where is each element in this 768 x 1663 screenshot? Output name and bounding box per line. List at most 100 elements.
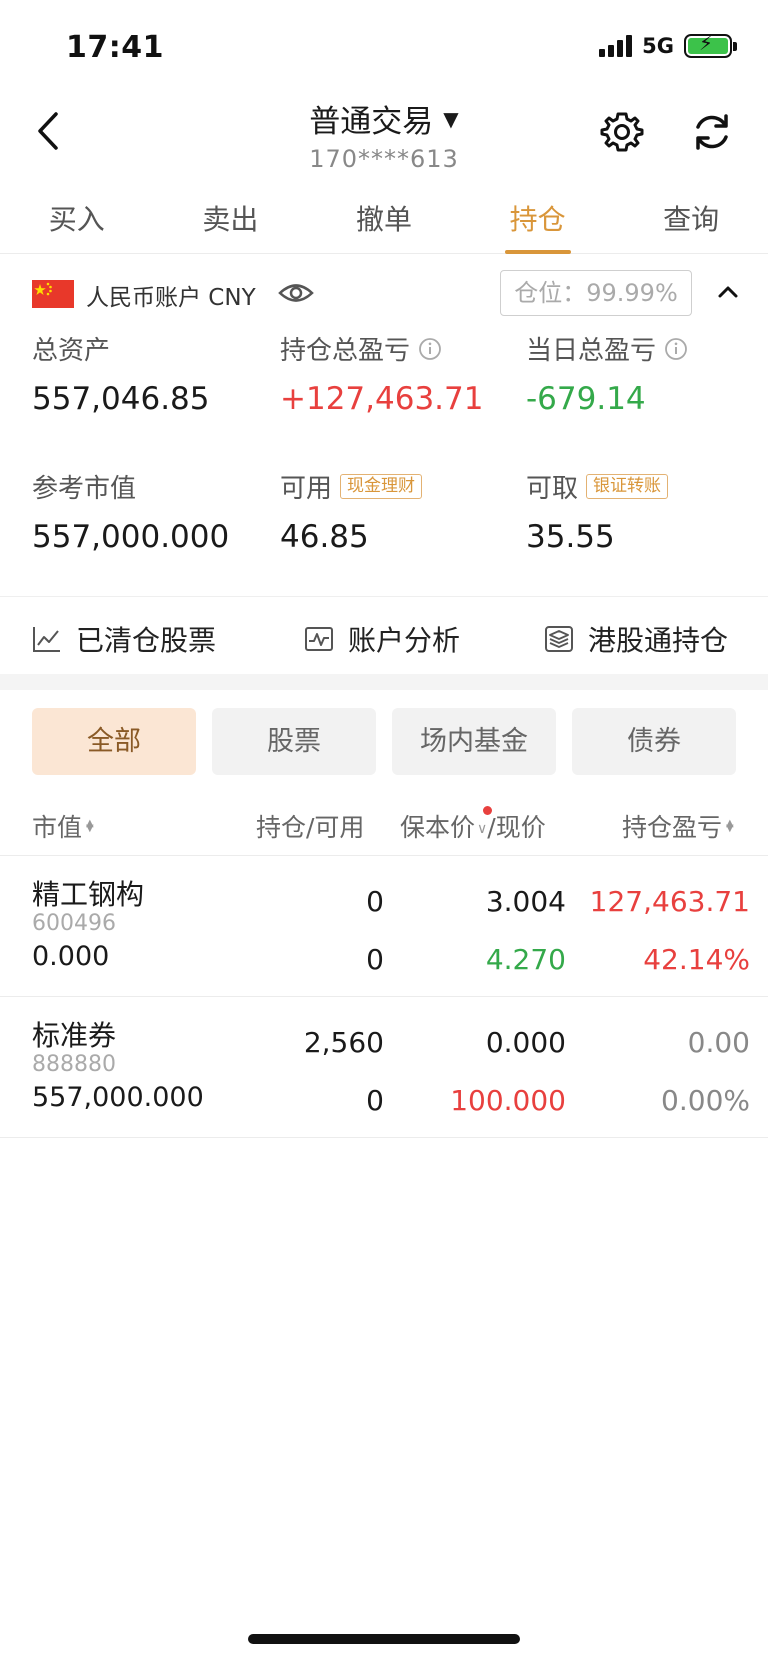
tab-query[interactable]: 查询 [614,186,768,253]
cost-price-header: 保本价 [400,813,476,842]
eye-icon[interactable] [278,278,314,308]
account-analysis-label: 账户分析 [348,624,461,657]
home-indicator[interactable] [248,1634,520,1644]
holding-pnl-stat: 持仓总盈亏 +127,463.71 [280,330,483,417]
holding-available-header: 持仓/可用 [256,813,365,842]
withdrawable-value: 35.55 [526,519,615,555]
cost-price: 0.000 [485,1026,566,1059]
withdrawable-label: 可取 [526,474,579,504]
hk-connect-holdings-link[interactable]: 港股通持仓 [544,619,728,659]
stock-code: 888880 [32,1052,116,1077]
available-label-row: 可用 现金理财 [280,468,423,505]
current-price-header: /现价 [487,813,546,842]
available-qty: 0 [366,1084,384,1117]
account-row: 人民币账户 CNY 仓位：99.99% [0,262,768,322]
table-row[interactable]: 精工钢构 600496 0.000 0 0 3.004 4.270 127,46… [0,857,768,997]
filter-stocks[interactable]: 股票 [212,708,376,775]
current-price: 100.000 [450,1084,566,1117]
holding-pnl-pct: 42.14% [643,943,750,976]
refresh-icon[interactable] [690,110,734,154]
market-value-header: 市值 [32,813,83,842]
network-label: 5G [642,34,674,58]
holding-pnl: 0.00 [687,1026,750,1059]
line-chart-icon [33,627,60,652]
caret-down-icon: ▼ [443,106,459,131]
stock-code: 600496 [32,911,116,936]
account-analysis-link[interactable]: 账户分析 [304,619,460,659]
available-qty: 0 [366,943,384,976]
account-currency-label: 人民币账户 CNY [86,285,256,311]
header: 普通交易 ▼ 170****613 [0,96,768,180]
tab-holdings[interactable]: 持仓 [461,186,615,253]
table-row[interactable]: 标准券 888880 557,000.000 2,560 0 0.000 100… [0,998,768,1138]
total-assets-value: 557,046.85 [32,381,210,417]
daily-pnl-label-row: 当日总盈亏 [526,330,688,367]
available-value: 46.85 [280,519,369,555]
tab-cancel[interactable]: 撤单 [307,186,461,253]
market-value-stat: 参考市值 557,000.000 [32,468,229,555]
daily-pnl-stat: 当日总盈亏 -679.14 [526,330,688,417]
status-time: 17:41 [66,30,164,65]
sort-icon: ▲ ▼ [726,818,734,834]
market-value-label: 参考市值 [32,474,137,504]
daily-pnl-value: -679.14 [526,381,646,417]
available-stat: 可用 现金理财 46.85 [280,468,423,555]
signal-icon [599,35,633,57]
total-assets-stat: 总资产 557,046.85 [32,330,210,417]
sort-holding-pnl[interactable]: 持仓盈亏 ▲ ▼ [622,808,734,844]
page-title: 普通交易 [309,104,434,140]
filter-all[interactable]: 全部 [32,708,196,775]
bank-transfer-tag[interactable]: 银证转账 [586,474,669,499]
hk-connect-holdings-label: 港股通持仓 [588,624,729,657]
cash-management-tag[interactable]: 现金理财 [340,474,423,499]
tab-buy[interactable]: 买入 [0,186,154,253]
sort-icon: ▲ ▼ [86,818,94,834]
market-value: 0.000 [32,941,110,972]
stock-name: 标准券 [32,1019,117,1052]
status-bar: 17:41 5G ⚡ [0,0,768,96]
cost-price: 3.004 [485,885,566,918]
holding-pnl-label: 持仓总盈亏 [280,336,411,366]
status-icons: 5G ⚡ [599,33,737,58]
filter-bonds[interactable]: 债券 [572,708,736,775]
chevron-up-icon[interactable] [716,280,740,304]
account-number: 170****613 [309,145,459,173]
cleared-stocks-label: 已清仓股票 [76,624,217,657]
holding-pnl-pct: 0.00% [661,1084,750,1117]
market-value: 557,000.000 [32,1082,204,1113]
trade-tabs: 买入 卖出 撤单 持仓 查询 [0,186,768,254]
position-ratio-badge: 仓位：99.99% [500,270,692,316]
cleared-stocks-link[interactable]: 已清仓股票 [32,619,216,659]
layers-icon [545,626,573,652]
price-header[interactable]: 保本价 ∨ /现价 [400,808,546,844]
holding-pnl-header: 持仓盈亏 [622,813,723,842]
info-icon[interactable] [418,337,442,361]
holding-qty: 0 [366,885,384,918]
holding-filters: 全部 股票 场内基金 债券 [32,708,736,775]
withdrawable-label-row: 可取 银证转账 [526,468,669,505]
china-flag-icon [32,280,74,308]
current-price: 4.270 [485,943,566,976]
available-label: 可用 [280,474,333,504]
holding-pnl: 127,463.71 [589,885,750,918]
stock-name: 精工钢构 [32,878,145,911]
withdrawable-stat: 可取 银证转账 35.55 [526,468,669,555]
tab-sell[interactable]: 卖出 [154,186,308,253]
holding-pnl-value: +127,463.71 [280,381,484,417]
quick-links: 已清仓股票 账户分析 港股通持仓 [0,596,768,678]
title-block: 普通交易 ▼ 170****613 [0,96,768,173]
total-assets-label: 总资产 [32,336,111,366]
market-value-value: 557,000.000 [32,519,230,555]
info-icon[interactable] [664,337,688,361]
battery-icon: ⚡ [684,33,737,58]
filter-exchange-funds[interactable]: 场内基金 [392,708,556,775]
account-type-dropdown[interactable]: 普通交易 ▼ [309,96,458,141]
holding-qty: 2,560 [303,1026,384,1059]
holding-pnl-label-row: 持仓总盈亏 [280,330,483,367]
notification-dot [483,806,492,815]
sort-market-value[interactable]: 市值 ▲ ▼ [32,808,94,844]
holdings-table-header: 市值 ▲ ▼ 持仓/可用 保本价 ∨ /现价 持仓盈亏 ▲ ▼ [0,800,768,856]
section-divider [0,674,768,690]
settings-gear-icon[interactable] [600,110,644,154]
chevron-down-icon: ∨ [477,821,488,837]
